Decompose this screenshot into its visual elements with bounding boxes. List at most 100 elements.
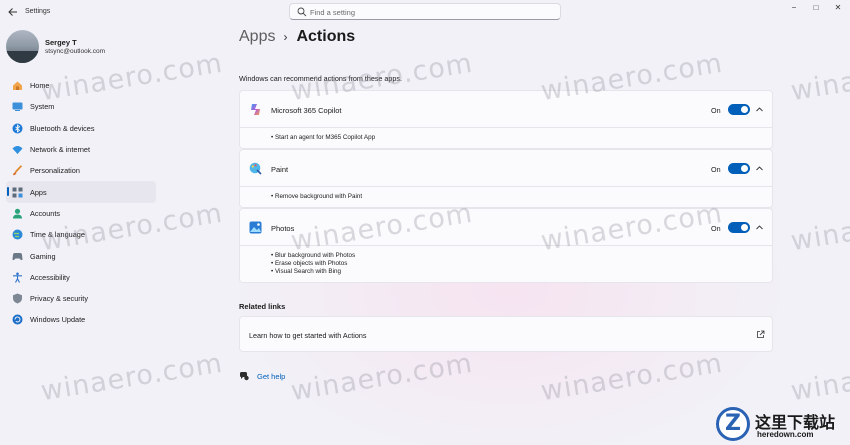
- sidebar-item-windows-update[interactable]: Windows Update: [6, 309, 156, 330]
- get-help-link[interactable]: Get help: [239, 371, 285, 381]
- sidebar-item-time-language[interactable]: Time & language: [6, 224, 156, 245]
- apps-icon: [12, 187, 23, 198]
- profile-name: Sergey T: [45, 38, 77, 47]
- help-icon: [240, 372, 249, 381]
- windows-update-icon: [12, 314, 23, 325]
- personalization-icon: [13, 165, 23, 176]
- page-title: Actions: [296, 28, 356, 45]
- copilot-icon: [251, 104, 260, 115]
- action-item: • Visual Search with Bing: [271, 268, 341, 275]
- sidebar-item-label: Network & internet: [30, 145, 91, 155]
- app-card-photos: Photos On • Blur background with Photos …: [239, 208, 773, 283]
- sidebar-item-apps[interactable]: Apps: [6, 181, 156, 203]
- gaming-icon: [12, 252, 23, 260]
- app-title: Settings: [25, 8, 51, 15]
- toggle-knob: [741, 224, 748, 231]
- action-item: • Remove background with Paint: [271, 193, 363, 200]
- app-name: Paint: [271, 165, 289, 174]
- chevron-up-icon[interactable]: [755, 164, 764, 173]
- app-name: Microsoft 365 Copilot: [271, 106, 342, 115]
- avatar: [6, 30, 39, 63]
- system-icon: [12, 102, 23, 112]
- sidebar-item-gaming[interactable]: Gaming: [6, 245, 156, 266]
- profile-email: stsync@outlook.com: [45, 48, 106, 55]
- sidebar-item-system[interactable]: System: [6, 96, 156, 117]
- logo-letter: Z: [716, 407, 750, 441]
- enable-toggle[interactable]: [728, 104, 750, 115]
- toggle-knob: [741, 106, 748, 113]
- app-card-copilot: Microsoft 365 Copilot On • Start an agen…: [239, 90, 773, 149]
- sidebar-item-label: System: [30, 102, 55, 112]
- watermark: winaero.com: [788, 347, 850, 408]
- sidebar-nav: Home System Bluetooth & devices Network …: [6, 75, 156, 331]
- watermark: winaero.com: [788, 197, 850, 258]
- site-logo: Z 这里下载站 heredown.com: [713, 405, 850, 445]
- photos-icon: [249, 221, 262, 234]
- toggle-knob: [741, 165, 748, 172]
- breadcrumb-parent[interactable]: Apps: [239, 28, 275, 46]
- network-icon: [12, 146, 23, 155]
- breadcrumb-separator: ›: [283, 30, 288, 44]
- sidebar-item-label: Windows Update: [30, 315, 86, 325]
- sidebar-item-label: Privacy & security: [30, 294, 88, 304]
- sidebar-item-home[interactable]: Home: [6, 75, 156, 96]
- enable-toggle[interactable]: [728, 222, 750, 233]
- action-item: • Start an agent for M365 Copilot App: [271, 134, 376, 141]
- sidebar-item-label: Gaming: [30, 251, 56, 261]
- app-card-paint: Paint On • Remove background with Paint: [239, 149, 773, 208]
- watermark: winaero.com: [38, 347, 225, 408]
- sidebar-item-bluetooth[interactable]: Bluetooth & devices: [6, 118, 156, 139]
- toggle-state-label: On: [711, 106, 721, 115]
- minimize-button[interactable]: −: [785, 2, 803, 14]
- get-help-text: Get help: [257, 371, 286, 381]
- sidebar-item-label: Accessibility: [30, 272, 70, 282]
- back-arrow-icon[interactable]: [6, 5, 20, 19]
- related-links-heading: Related links: [239, 302, 286, 311]
- sidebar-item-network[interactable]: Network & internet: [6, 139, 156, 160]
- sidebar-item-privacy[interactable]: Privacy & security: [6, 288, 156, 309]
- maximize-button[interactable]: □: [807, 2, 825, 14]
- chevron-up-icon[interactable]: [755, 223, 764, 232]
- close-button[interactable]: ✕: [829, 2, 847, 14]
- accessibility-icon: [13, 272, 22, 283]
- sidebar-item-accessibility[interactable]: Accessibility: [6, 267, 156, 288]
- chevron-up-icon[interactable]: [755, 105, 764, 114]
- watermark: winaero.com: [788, 47, 850, 108]
- app-actions-list: • Remove background with Paint: [240, 187, 772, 207]
- app-name: Photos: [271, 224, 295, 233]
- accounts-icon: [13, 208, 22, 219]
- logo-domain-text: heredown.com: [757, 430, 814, 439]
- search-box[interactable]: [289, 3, 561, 20]
- toggle-state-label: On: [711, 165, 721, 174]
- app-card-header[interactable]: Photos On: [240, 209, 772, 246]
- open-external-icon: [757, 330, 765, 338]
- enable-toggle[interactable]: [728, 163, 750, 174]
- watermark: winaero.com: [288, 347, 475, 408]
- app-actions-list: • Start an agent for M365 Copilot App: [240, 128, 772, 148]
- time-language-icon: [12, 229, 23, 240]
- related-link-text: Learn how to get started with Actions: [249, 331, 367, 340]
- search-icon: [297, 7, 307, 17]
- breadcrumb: Apps › Actions: [239, 28, 355, 46]
- bluetooth-icon: [12, 123, 23, 134]
- sidebar-item-label: Apps: [30, 187, 47, 197]
- intro-text: Windows can recommend actions from these…: [239, 74, 402, 83]
- sidebar-item-personalization[interactable]: Personalization: [6, 160, 156, 181]
- sidebar-item-label: Accounts: [30, 208, 61, 218]
- home-icon: [13, 81, 22, 91]
- action-item: • Erase objects with Photos: [271, 260, 348, 267]
- action-item: • Blur background with Photos: [271, 252, 356, 259]
- related-link-card[interactable]: Learn how to get started with Actions: [239, 316, 773, 352]
- toggle-state-label: On: [711, 224, 721, 233]
- watermark: winaero.com: [538, 347, 725, 408]
- app-card-header[interactable]: Microsoft 365 Copilot On: [240, 91, 772, 128]
- paint-icon: [249, 162, 262, 175]
- sidebar-item-label: Time & language: [30, 230, 85, 240]
- sidebar-item-label: Bluetooth & devices: [30, 123, 95, 133]
- sidebar-item-accounts[interactable]: Accounts: [6, 203, 156, 224]
- title-bar: Settings − □ ✕: [0, 0, 850, 24]
- search-input[interactable]: [310, 6, 550, 18]
- app-actions-list: • Blur background with Photos • Erase ob…: [240, 246, 772, 282]
- app-card-header[interactable]: Paint On: [240, 150, 772, 187]
- sidebar-item-label: Home: [30, 81, 50, 91]
